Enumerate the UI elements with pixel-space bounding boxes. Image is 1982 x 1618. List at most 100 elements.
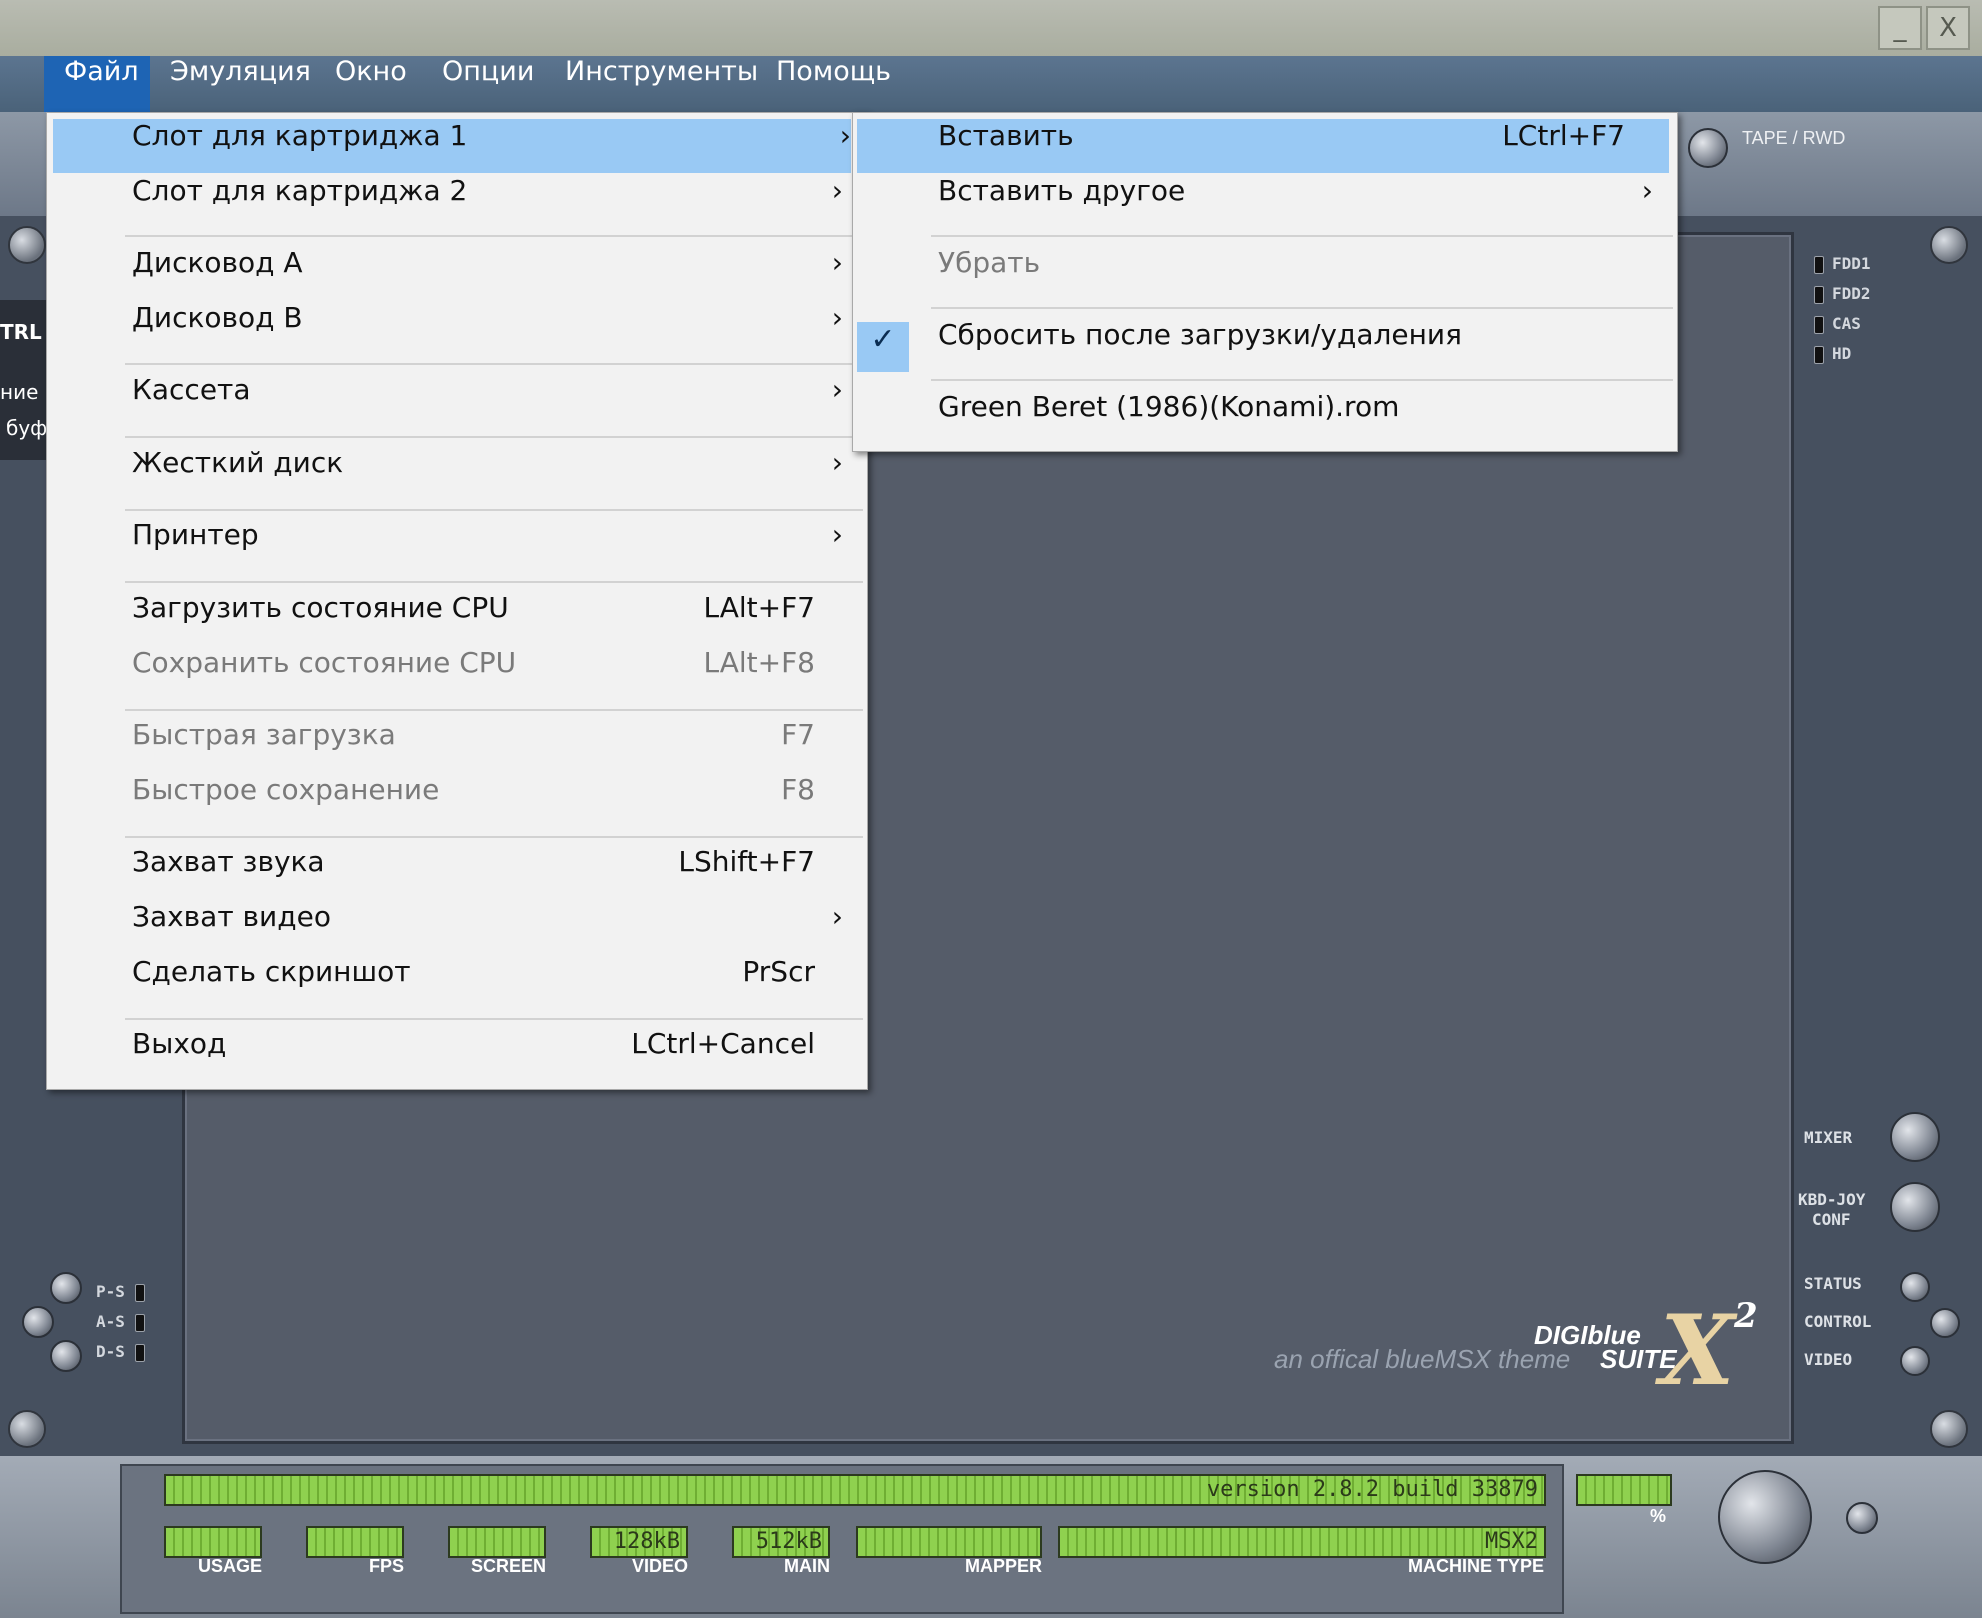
submenu-item-insert-other[interactable]: Вставить другое › xyxy=(853,174,1677,228)
menu-separator xyxy=(125,509,863,511)
chevron-right-icon: › xyxy=(831,174,843,207)
menu-separator xyxy=(931,235,1673,237)
menu-item-capture-video[interactable]: Захват видео › xyxy=(47,900,867,954)
led-icon xyxy=(1814,345,1824,364)
cas-led: CAS xyxy=(1814,314,1861,334)
menu-item-exit[interactable]: Выход LCtrl+Cancel xyxy=(47,1027,867,1081)
left-stub-line2: ние xyxy=(0,380,39,404)
cas-label: CAS xyxy=(1832,314,1861,333)
menu-separator xyxy=(125,235,863,237)
menu-item-shortcut: F8 xyxy=(781,773,815,806)
menu-separator xyxy=(125,836,863,838)
mapper-lcd xyxy=(856,1526,1042,1558)
menu-emulation[interactable]: Эмуляция xyxy=(150,56,331,112)
main-label: MAIN xyxy=(784,1556,830,1576)
menu-item-hard-disk[interactable]: Жесткий диск › xyxy=(47,446,867,500)
menu-item-label: Слот для картриджа 1 xyxy=(132,119,468,152)
control-knob[interactable] xyxy=(1930,1308,1960,1338)
chevron-right-icon: › xyxy=(831,518,843,551)
menu-item-label: Быстрое сохранение xyxy=(132,773,440,806)
menu-item-label: Быстрая загрузка xyxy=(132,718,396,751)
kbd-joy-label: KBD-JOY xyxy=(1798,1190,1866,1209)
menu-item-load-cpu-state[interactable]: Загрузить состояние CPU LAlt+F7 xyxy=(47,591,867,645)
hd-led: HD xyxy=(1814,344,1851,364)
tape-rwd-label: TAPE / RWD xyxy=(1742,128,1846,148)
menu-item-label: Захват видео xyxy=(132,900,331,933)
ps-led: P-S xyxy=(96,1282,153,1302)
menu-separator xyxy=(125,709,863,711)
video-lcd: 128kB xyxy=(590,1526,688,1558)
submenu-item-insert[interactable]: Вставить LCtrl+F7 xyxy=(857,119,1669,173)
menu-item-label: Green Beret (1986)(Konami).rom xyxy=(938,390,1400,423)
fdd1-led: FDD1 xyxy=(1814,254,1871,274)
minimize-button[interactable]: _ xyxy=(1878,6,1922,50)
screw-icon xyxy=(1930,1410,1968,1448)
close-button[interactable]: X xyxy=(1926,6,1970,50)
left-stub-line1: TRL xyxy=(0,320,42,344)
menu-separator xyxy=(125,363,863,365)
menu-separator xyxy=(125,1018,863,1020)
menu-item-shortcut: LAlt+F8 xyxy=(703,646,815,679)
menu-item-quick-load[interactable]: Быстрая загрузка F7 xyxy=(47,718,867,772)
menu-window[interactable]: Окно xyxy=(315,56,427,112)
ds-led: D-S xyxy=(96,1342,153,1362)
hd-label: HD xyxy=(1832,344,1852,363)
cartridge-submenu: Вставить LCtrl+F7 Вставить другое › Убра… xyxy=(852,112,1678,452)
left-panel-stub: TRL ние буф xyxy=(0,300,46,460)
port-knob[interactable] xyxy=(50,1272,82,1304)
menu-item-capture-audio[interactable]: Захват звука LShift+F7 xyxy=(47,845,867,899)
menu-item-shortcut: LCtrl+F7 xyxy=(1502,119,1625,152)
menu-options[interactable]: Опции xyxy=(422,56,554,112)
menu-separator xyxy=(931,307,1673,309)
left-stub-line3: буф xyxy=(6,416,46,440)
menu-item-shortcut: LShift+F7 xyxy=(678,845,815,878)
menu-item-label: Слот для картриджа 2 xyxy=(132,174,468,207)
led-icon xyxy=(134,1283,145,1302)
tape-rewind-knob[interactable] xyxy=(1688,128,1728,168)
menu-item-screenshot[interactable]: Сделать скриншот PrScr xyxy=(47,955,867,1009)
screen-lcd xyxy=(448,1526,546,1558)
status-knob[interactable] xyxy=(1900,1272,1930,1302)
menu-item-cassette[interactable]: Кассета › xyxy=(47,373,867,427)
menu-file[interactable]: Файл xyxy=(44,56,150,112)
menu-separator xyxy=(931,379,1673,381)
mixer-knob[interactable] xyxy=(1890,1112,1940,1162)
menu-item-label: Принтер xyxy=(132,518,259,551)
volume-knob[interactable] xyxy=(1718,1470,1812,1564)
menu-item-shortcut: F7 xyxy=(781,718,815,751)
kbd-joy-knob[interactable] xyxy=(1890,1182,1940,1232)
menu-item-cartridge-slot-2[interactable]: Слот для картриджа 2 › xyxy=(47,174,867,228)
port-knob[interactable] xyxy=(50,1340,82,1372)
submenu-item-remove[interactable]: Убрать xyxy=(853,246,1677,300)
led-icon xyxy=(134,1313,145,1332)
menu-item-drive-a[interactable]: Дисковод A › xyxy=(47,246,867,300)
screw-icon xyxy=(8,226,46,264)
menu-item-drive-b[interactable]: Дисковод B › xyxy=(47,301,867,355)
menu-help[interactable]: Помощь xyxy=(756,56,911,112)
port-knob[interactable] xyxy=(22,1306,54,1338)
led-icon xyxy=(1814,315,1824,334)
menu-item-printer[interactable]: Принтер › xyxy=(47,518,867,572)
screw-icon xyxy=(8,1410,46,1448)
machine-type-lcd: MSX2 xyxy=(1058,1526,1546,1558)
menu-item-label: Вставить xyxy=(938,119,1074,152)
menu-item-save-cpu-state[interactable]: Сохранить состояние CPU LAlt+F8 xyxy=(47,646,867,700)
menu-item-quick-save[interactable]: Быстрое сохранение F8 xyxy=(47,773,867,827)
menu-item-label: Сохранить состояние CPU xyxy=(132,646,517,679)
brand-tagline: an offical blueMSX theme xyxy=(1274,1344,1571,1374)
main-lcd: 512kB xyxy=(732,1526,830,1558)
menu-item-label: Вставить другое xyxy=(938,174,1186,207)
led-icon xyxy=(1814,285,1824,304)
screw-icon xyxy=(1930,226,1968,264)
menu-tools[interactable]: Инструменты xyxy=(545,56,778,112)
machine-type-label: MACHINE TYPE xyxy=(1407,1556,1544,1576)
small-knob[interactable] xyxy=(1846,1502,1878,1534)
submenu-item-recent-rom[interactable]: Green Beret (1986)(Konami).rom xyxy=(853,390,1677,444)
percent-label: % xyxy=(1650,1506,1667,1526)
led-icon xyxy=(1814,255,1824,274)
menu-item-cartridge-slot-1[interactable]: Слот для картриджа 1 › xyxy=(53,119,851,173)
menu-bar: Файл Эмуляция Окно Опции Инструменты Пом… xyxy=(0,56,1982,112)
video-knob[interactable] xyxy=(1900,1346,1930,1376)
as-label: A-S xyxy=(96,1312,125,1331)
submenu-item-reset-after-load[interactable]: ✓ Сбросить после загрузки/удаления xyxy=(853,318,1677,372)
